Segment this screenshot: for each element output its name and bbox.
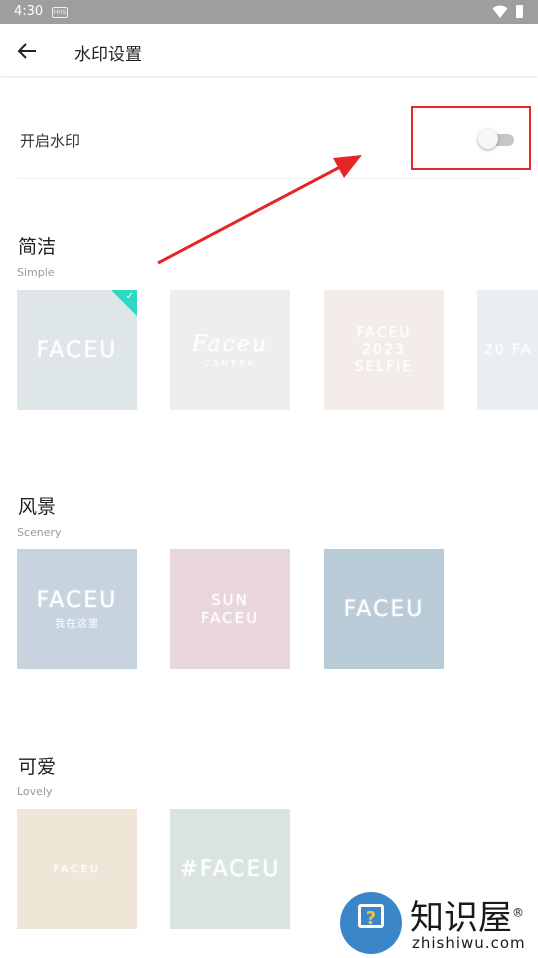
- watermark-thumb-subtext: 我在这里: [55, 619, 99, 630]
- watermark-thumb-text: SUN FACEU: [200, 591, 260, 627]
- section-subtitle: Scenery: [17, 526, 62, 539]
- watermark-thumb[interactable]: FACEU: [324, 549, 444, 669]
- question-monitor-icon: ?: [358, 904, 384, 929]
- section-title: 简洁: [18, 236, 57, 258]
- watermark-name: 知识屋®: [410, 898, 524, 938]
- watermark-thumb[interactable]: 20 FA: [477, 290, 538, 410]
- watermark-thumb[interactable]: FACEU 我在这里: [17, 549, 137, 669]
- check-icon: ✓: [125, 291, 134, 302]
- watermark-thumb[interactable]: Faceu CAMERA: [170, 290, 290, 410]
- watermark-thumb-subtext: CAMERA: [204, 359, 256, 368]
- watermark-thumb-text: FACEU: [53, 863, 101, 875]
- watermark-thumb-text: FACEU 2023 SELFIE: [354, 324, 414, 375]
- watermark-domain: zhishiwu.com: [412, 934, 526, 952]
- watermark-thumb-text: 20 FA: [483, 342, 533, 358]
- watermark-thumb[interactable]: #FACEU: [170, 809, 290, 929]
- watermark-thumb[interactable]: FACEU ✓: [17, 290, 137, 410]
- watermark-thumb-text: FACEU: [343, 596, 425, 622]
- watermark-thumb-text: FACEU: [36, 337, 118, 363]
- watermark-thumb-text: Faceu: [191, 332, 269, 357]
- section-title: 风景: [18, 496, 57, 518]
- annotation-arrow-icon: [157, 155, 362, 265]
- watermark-thumb-text: FACEU: [36, 588, 118, 613]
- watermark-thumb[interactable]: FACEU 2023 SELFIE: [324, 290, 444, 410]
- section-subtitle: Lovely: [17, 785, 53, 798]
- watermark-thumb[interactable]: FACEU: [17, 809, 137, 929]
- section-title: 可爱: [18, 756, 57, 778]
- section-subtitle: Simple: [17, 266, 55, 279]
- watermark-thumb[interactable]: SUN FACEU: [170, 549, 290, 669]
- site-watermark: ? 知识屋® zhishiwu.com: [336, 888, 538, 958]
- watermark-thumb-text: #FACEU: [179, 856, 281, 882]
